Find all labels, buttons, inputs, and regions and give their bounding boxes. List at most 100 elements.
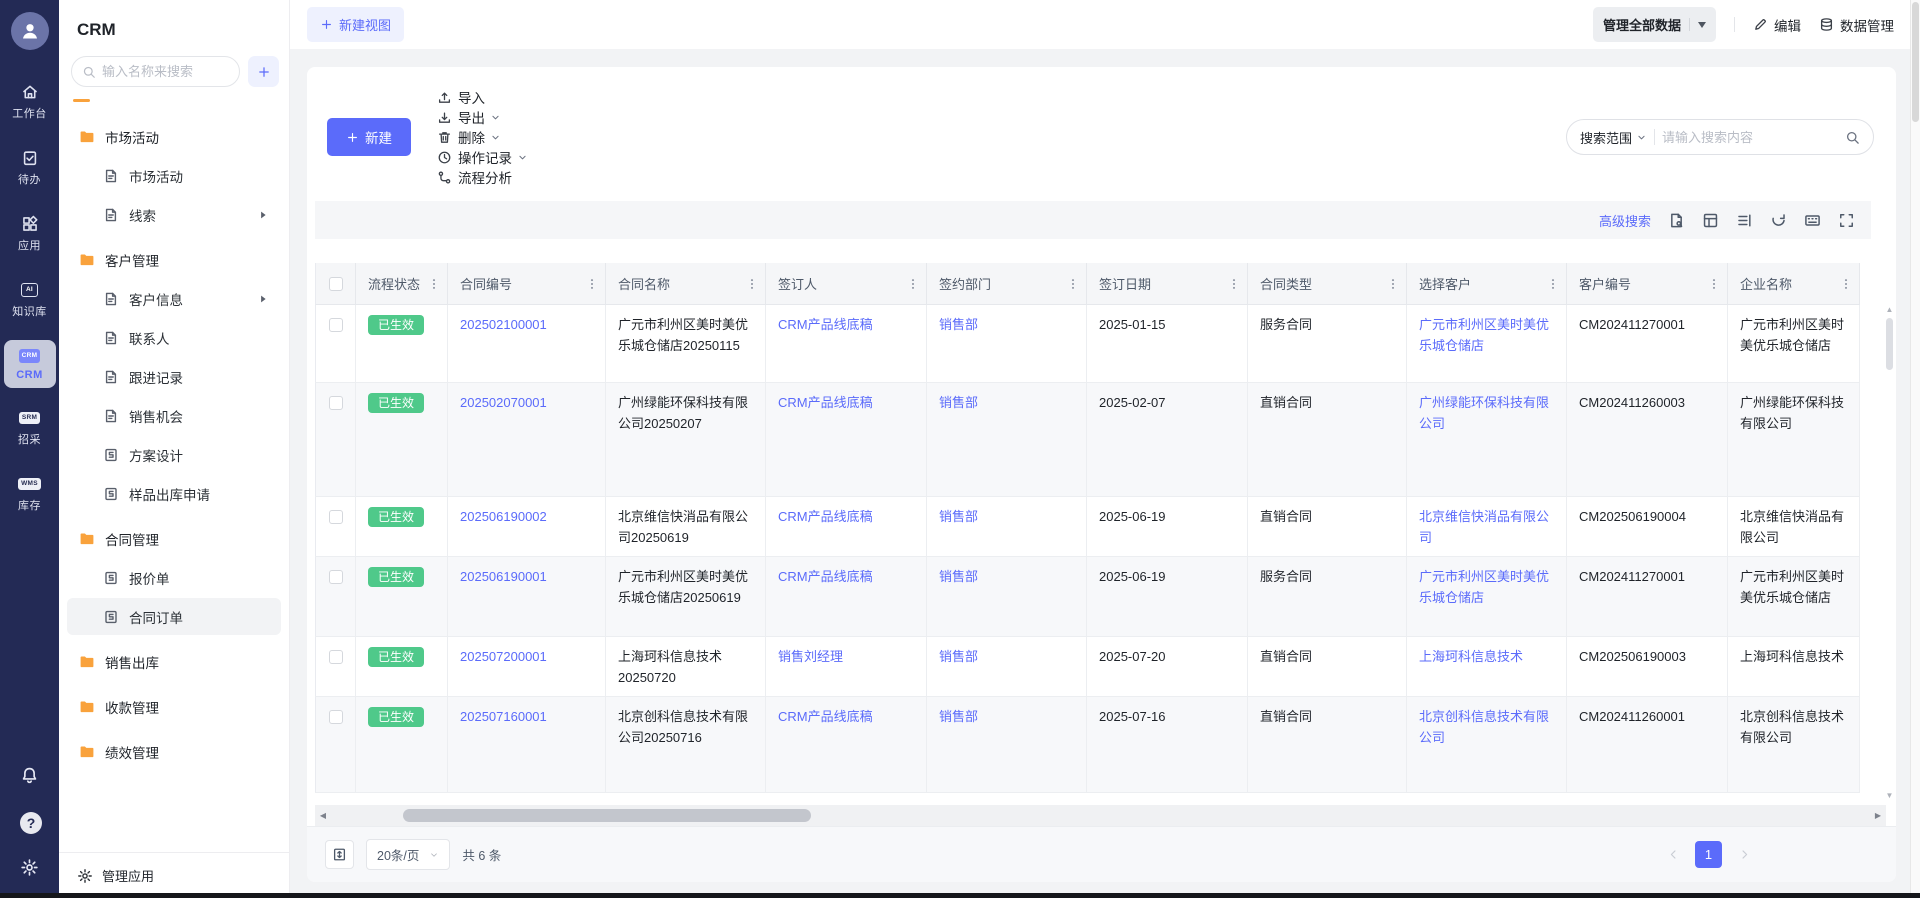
search-input[interactable] <box>1662 130 1838 145</box>
table-row[interactable]: 已生效202507200001上海珂科信息技术20250720销售刘经理销售部2… <box>315 637 1860 697</box>
row-height-button[interactable] <box>325 840 354 869</box>
prev-page-button[interactable] <box>1661 843 1685 867</box>
column-menu-icon[interactable] <box>1066 277 1080 291</box>
tree-item-样品出库申请[interactable]: 样品出库申请 <box>67 475 281 512</box>
export-file-icon[interactable] <box>1668 212 1685 229</box>
window-scroll-thumb[interactable] <box>1912 2 1919 122</box>
create-button[interactable]: 新建 <box>327 118 411 156</box>
horizontal-scroll-track[interactable] <box>331 805 1870 826</box>
search-icon[interactable] <box>1845 130 1860 145</box>
tree-item-合同订单[interactable]: 合同订单 <box>67 598 281 635</box>
tree-item-线索[interactable]: 线索 <box>67 196 281 233</box>
manage-scope-button[interactable]: 管理全部数据 <box>1593 7 1716 42</box>
advanced-search-link[interactable]: 高级搜索 <box>1599 211 1651 230</box>
cell-dept-link[interactable]: 销售部 <box>939 649 978 664</box>
rail-notifications-button[interactable] <box>13 758 47 792</box>
data-manage-button[interactable]: 数据管理 <box>1819 15 1894 35</box>
cell-contract-no-link[interactable]: 202507200001 <box>460 649 547 664</box>
column-menu-icon[interactable] <box>1546 277 1560 291</box>
row-checkbox[interactable] <box>329 570 343 584</box>
rail-item-apps[interactable]: 应用 <box>4 208 56 260</box>
tree-folder-客户管理[interactable]: 客户管理 <box>67 241 281 278</box>
tree-folder-销售出库[interactable]: 销售出库 <box>67 643 281 680</box>
column-menu-icon[interactable] <box>427 277 441 291</box>
cell-signer-link[interactable]: 销售刘经理 <box>778 649 843 664</box>
next-page-button[interactable] <box>1732 843 1756 867</box>
edit-button[interactable]: 编辑 <box>1753 15 1801 35</box>
scroll-left-icon[interactable]: ◀ <box>315 811 331 820</box>
tree-item-报价单[interactable]: 报价单 <box>67 559 281 596</box>
table-row[interactable]: 已生效202507160001北京创科信息技术有限公司20250716CRM产品… <box>315 697 1860 793</box>
view-config-icon[interactable] <box>1702 212 1719 229</box>
cell-contract-no-link[interactable]: 202506190002 <box>460 509 547 524</box>
horizontal-scroll-thumb[interactable] <box>403 809 811 822</box>
row-checkbox[interactable] <box>329 650 343 664</box>
tree-folder-市场活动[interactable]: 市场活动 <box>67 118 281 155</box>
page-size-select[interactable]: 20条/页 <box>366 839 450 870</box>
keyboard-icon[interactable] <box>1804 212 1821 229</box>
tree-item-市场活动[interactable]: 市场活动 <box>67 157 281 194</box>
cell-signer-link[interactable]: CRM产品线底稿 <box>778 395 873 410</box>
cell-customer-link[interactable]: 北京维信快消品有限公司 <box>1419 509 1549 545</box>
rail-item-srm[interactable]: SRM招采 <box>4 402 56 454</box>
cell-dept-link[interactable]: 销售部 <box>939 569 978 584</box>
rail-help-button[interactable]: ? <box>13 804 47 838</box>
column-menu-icon[interactable] <box>1839 277 1853 291</box>
rail-item-workbench[interactable]: 工作台 <box>4 76 56 128</box>
rail-item-wms[interactable]: WMS库存 <box>4 468 56 520</box>
select-all-checkbox[interactable] <box>329 277 343 291</box>
tree-item-销售机会[interactable]: 销售机会 <box>67 397 281 434</box>
cell-contract-no-link[interactable]: 202502100001 <box>460 317 547 332</box>
cell-contract-no-link[interactable]: 202506190001 <box>460 569 547 584</box>
table-row[interactable]: 已生效202506190002北京维信快消品有限公司20250619CRM产品线… <box>315 497 1860 557</box>
tree-item-客户信息[interactable]: 客户信息 <box>67 280 281 317</box>
import-button[interactable]: 导入 <box>437 87 485 107</box>
rail-settings-button[interactable] <box>13 850 47 884</box>
tree-item-方案设计[interactable]: 方案设计 <box>67 436 281 473</box>
tree-item-联系人[interactable]: 联系人 <box>67 319 281 356</box>
rail-item-crm[interactable]: CRMCRM <box>4 340 56 388</box>
cell-customer-link[interactable]: 广州绿能环保科技有限公司 <box>1419 395 1549 431</box>
cell-contract-no-link[interactable]: 202502070001 <box>460 395 547 410</box>
row-checkbox[interactable] <box>329 396 343 410</box>
new-view-button[interactable]: 新建视图 <box>307 7 404 42</box>
cell-dept-link[interactable]: 销售部 <box>939 509 978 524</box>
table-row[interactable]: 已生效202506190001广元市利州区美时美优乐城仓储店20250619CR… <box>315 557 1860 637</box>
scroll-down-icon[interactable]: ▼ <box>1886 791 1894 800</box>
flow-analysis-button[interactable]: 流程分析 <box>437 167 512 187</box>
cell-customer-link[interactable]: 广元市利州区美时美优乐城仓储店 <box>1419 317 1549 353</box>
tree-folder-收款管理[interactable]: 收款管理 <box>67 688 281 725</box>
rail-item-todo[interactable]: 待办 <box>4 142 56 194</box>
search-scope-dropdown[interactable]: 搜索范围 <box>1580 128 1647 147</box>
cell-dept-link[interactable]: 销售部 <box>939 709 978 724</box>
vertical-scrollbar[interactable]: ▲ ▼ <box>1883 305 1896 800</box>
table-row[interactable]: 已生效202502100001广元市利州区美时美优乐城仓储店20250115CR… <box>315 305 1860 383</box>
cell-signer-link[interactable]: CRM产品线底稿 <box>778 509 873 524</box>
cell-signer-link[interactable]: CRM产品线底稿 <box>778 569 873 584</box>
sidebar-search-input[interactable] <box>102 64 229 79</box>
window-scrollbar[interactable] <box>1910 0 1920 893</box>
row-checkbox[interactable] <box>329 318 343 332</box>
tree-folder-绩效管理[interactable]: 绩效管理 <box>67 733 281 770</box>
cell-dept-link[interactable]: 销售部 <box>939 395 978 410</box>
row-checkbox[interactable] <box>329 510 343 524</box>
cell-dept-link[interactable]: 销售部 <box>939 317 978 332</box>
manage-app-button[interactable]: 管理应用 <box>59 852 289 898</box>
sidebar-add-button[interactable] <box>248 56 279 87</box>
row-checkbox[interactable] <box>329 710 343 724</box>
cell-customer-link[interactable]: 北京创科信息技术有限公司 <box>1419 709 1549 745</box>
fullscreen-icon[interactable] <box>1838 212 1855 229</box>
column-menu-icon[interactable] <box>585 277 599 291</box>
refresh-icon[interactable] <box>1770 212 1787 229</box>
cell-signer-link[interactable]: CRM产品线底稿 <box>778 709 873 724</box>
cell-contract-no-link[interactable]: 202507160001 <box>460 709 547 724</box>
cell-customer-link[interactable]: 上海珂科信息技术 <box>1419 649 1523 664</box>
column-menu-icon[interactable] <box>745 277 759 291</box>
column-menu-icon[interactable] <box>1227 277 1241 291</box>
cell-customer-link[interactable]: 广元市利州区美时美优乐城仓储店 <box>1419 569 1549 605</box>
op-log-button[interactable]: 操作记录 <box>437 147 528 167</box>
tree-folder-合同管理[interactable]: 合同管理 <box>67 520 281 557</box>
vertical-scroll-thumb[interactable] <box>1886 318 1893 370</box>
user-avatar[interactable] <box>11 12 49 50</box>
column-menu-icon[interactable] <box>1707 277 1721 291</box>
